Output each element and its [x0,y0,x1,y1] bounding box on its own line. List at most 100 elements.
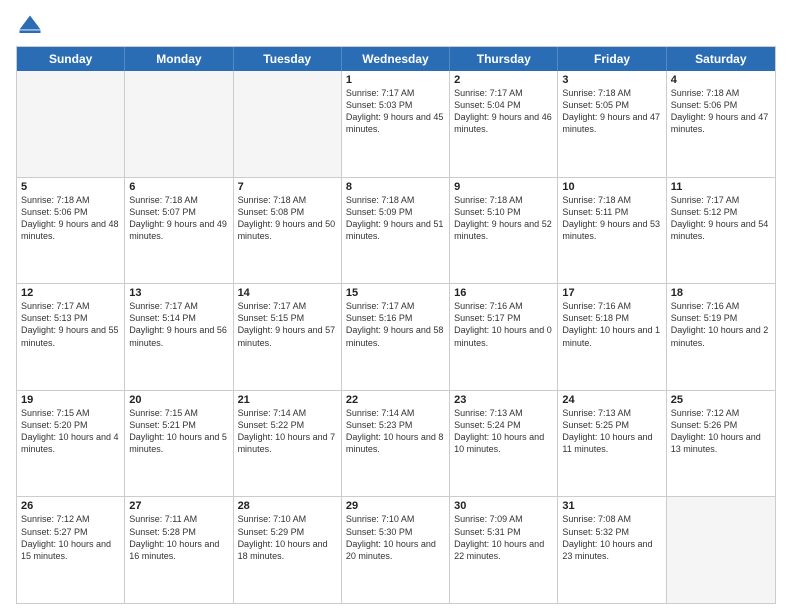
day-number: 22 [346,394,445,406]
day-number: 8 [346,181,445,193]
day-cell-22: 22Sunrise: 7:14 AM Sunset: 5:23 PM Dayli… [342,391,450,497]
day-number: 18 [671,287,771,299]
day-info: Sunrise: 7:13 AM Sunset: 5:25 PM Dayligh… [562,407,661,456]
day-header-saturday: Saturday [667,47,775,71]
week-row-1: 1Sunrise: 7:17 AM Sunset: 5:03 PM Daylig… [17,71,775,178]
day-number: 30 [454,500,553,512]
day-info: Sunrise: 7:15 AM Sunset: 5:21 PM Dayligh… [129,407,228,456]
day-cell-12: 12Sunrise: 7:17 AM Sunset: 5:13 PM Dayli… [17,284,125,390]
day-cell-27: 27Sunrise: 7:11 AM Sunset: 5:28 PM Dayli… [125,497,233,603]
logo-icon [16,12,44,40]
day-info: Sunrise: 7:18 AM Sunset: 5:05 PM Dayligh… [562,87,661,136]
day-number: 27 [129,500,228,512]
day-number: 21 [238,394,337,406]
day-number: 14 [238,287,337,299]
day-cell-17: 17Sunrise: 7:16 AM Sunset: 5:18 PM Dayli… [558,284,666,390]
day-number: 4 [671,74,771,86]
day-cell-15: 15Sunrise: 7:17 AM Sunset: 5:16 PM Dayli… [342,284,450,390]
day-number: 5 [21,181,120,193]
day-cell-25: 25Sunrise: 7:12 AM Sunset: 5:26 PM Dayli… [667,391,775,497]
logo [16,12,48,40]
empty-cell [17,71,125,177]
day-info: Sunrise: 7:17 AM Sunset: 5:04 PM Dayligh… [454,87,553,136]
day-number: 7 [238,181,337,193]
day-info: Sunrise: 7:13 AM Sunset: 5:24 PM Dayligh… [454,407,553,456]
day-cell-3: 3Sunrise: 7:18 AM Sunset: 5:05 PM Daylig… [558,71,666,177]
day-info: Sunrise: 7:17 AM Sunset: 5:03 PM Dayligh… [346,87,445,136]
empty-cell [667,497,775,603]
day-info: Sunrise: 7:16 AM Sunset: 5:19 PM Dayligh… [671,300,771,349]
day-number: 10 [562,181,661,193]
page: SundayMondayTuesdayWednesdayThursdayFrid… [0,0,792,612]
day-info: Sunrise: 7:14 AM Sunset: 5:22 PM Dayligh… [238,407,337,456]
day-number: 12 [21,287,120,299]
calendar: SundayMondayTuesdayWednesdayThursdayFrid… [16,46,776,604]
day-number: 19 [21,394,120,406]
calendar-header: SundayMondayTuesdayWednesdayThursdayFrid… [17,47,775,71]
day-info: Sunrise: 7:17 AM Sunset: 5:13 PM Dayligh… [21,300,120,349]
day-header-thursday: Thursday [450,47,558,71]
day-cell-28: 28Sunrise: 7:10 AM Sunset: 5:29 PM Dayli… [234,497,342,603]
day-info: Sunrise: 7:15 AM Sunset: 5:20 PM Dayligh… [21,407,120,456]
day-cell-31: 31Sunrise: 7:08 AM Sunset: 5:32 PM Dayli… [558,497,666,603]
empty-cell [125,71,233,177]
day-number: 29 [346,500,445,512]
day-number: 1 [346,74,445,86]
day-info: Sunrise: 7:16 AM Sunset: 5:17 PM Dayligh… [454,300,553,349]
week-row-5: 26Sunrise: 7:12 AM Sunset: 5:27 PM Dayli… [17,497,775,603]
day-cell-2: 2Sunrise: 7:17 AM Sunset: 5:04 PM Daylig… [450,71,558,177]
day-cell-16: 16Sunrise: 7:16 AM Sunset: 5:17 PM Dayli… [450,284,558,390]
day-number: 13 [129,287,228,299]
week-row-2: 5Sunrise: 7:18 AM Sunset: 5:06 PM Daylig… [17,178,775,285]
day-info: Sunrise: 7:17 AM Sunset: 5:15 PM Dayligh… [238,300,337,349]
day-cell-21: 21Sunrise: 7:14 AM Sunset: 5:22 PM Dayli… [234,391,342,497]
day-header-wednesday: Wednesday [342,47,450,71]
day-info: Sunrise: 7:18 AM Sunset: 5:10 PM Dayligh… [454,194,553,243]
day-info: Sunrise: 7:18 AM Sunset: 5:09 PM Dayligh… [346,194,445,243]
day-cell-6: 6Sunrise: 7:18 AM Sunset: 5:07 PM Daylig… [125,178,233,284]
day-number: 6 [129,181,228,193]
day-number: 31 [562,500,661,512]
day-header-tuesday: Tuesday [234,47,342,71]
day-cell-14: 14Sunrise: 7:17 AM Sunset: 5:15 PM Dayli… [234,284,342,390]
day-cell-1: 1Sunrise: 7:17 AM Sunset: 5:03 PM Daylig… [342,71,450,177]
day-cell-23: 23Sunrise: 7:13 AM Sunset: 5:24 PM Dayli… [450,391,558,497]
day-info: Sunrise: 7:10 AM Sunset: 5:30 PM Dayligh… [346,513,445,562]
day-number: 23 [454,394,553,406]
day-number: 2 [454,74,553,86]
day-info: Sunrise: 7:11 AM Sunset: 5:28 PM Dayligh… [129,513,228,562]
day-cell-8: 8Sunrise: 7:18 AM Sunset: 5:09 PM Daylig… [342,178,450,284]
day-info: Sunrise: 7:18 AM Sunset: 5:06 PM Dayligh… [21,194,120,243]
day-number: 20 [129,394,228,406]
day-number: 28 [238,500,337,512]
week-row-4: 19Sunrise: 7:15 AM Sunset: 5:20 PM Dayli… [17,391,775,498]
day-number: 16 [454,287,553,299]
day-cell-7: 7Sunrise: 7:18 AM Sunset: 5:08 PM Daylig… [234,178,342,284]
day-number: 9 [454,181,553,193]
day-number: 11 [671,181,771,193]
calendar-body: 1Sunrise: 7:17 AM Sunset: 5:03 PM Daylig… [17,71,775,603]
day-cell-26: 26Sunrise: 7:12 AM Sunset: 5:27 PM Dayli… [17,497,125,603]
day-info: Sunrise: 7:08 AM Sunset: 5:32 PM Dayligh… [562,513,661,562]
day-number: 25 [671,394,771,406]
day-cell-18: 18Sunrise: 7:16 AM Sunset: 5:19 PM Dayli… [667,284,775,390]
day-header-sunday: Sunday [17,47,125,71]
empty-cell [234,71,342,177]
day-info: Sunrise: 7:12 AM Sunset: 5:26 PM Dayligh… [671,407,771,456]
day-info: Sunrise: 7:17 AM Sunset: 5:16 PM Dayligh… [346,300,445,349]
day-info: Sunrise: 7:16 AM Sunset: 5:18 PM Dayligh… [562,300,661,349]
day-cell-10: 10Sunrise: 7:18 AM Sunset: 5:11 PM Dayli… [558,178,666,284]
day-number: 15 [346,287,445,299]
day-cell-30: 30Sunrise: 7:09 AM Sunset: 5:31 PM Dayli… [450,497,558,603]
header [16,12,776,40]
day-cell-19: 19Sunrise: 7:15 AM Sunset: 5:20 PM Dayli… [17,391,125,497]
day-info: Sunrise: 7:12 AM Sunset: 5:27 PM Dayligh… [21,513,120,562]
day-number: 17 [562,287,661,299]
day-info: Sunrise: 7:18 AM Sunset: 5:08 PM Dayligh… [238,194,337,243]
week-row-3: 12Sunrise: 7:17 AM Sunset: 5:13 PM Dayli… [17,284,775,391]
day-header-friday: Friday [558,47,666,71]
day-number: 3 [562,74,661,86]
day-info: Sunrise: 7:18 AM Sunset: 5:07 PM Dayligh… [129,194,228,243]
day-header-monday: Monday [125,47,233,71]
day-cell-4: 4Sunrise: 7:18 AM Sunset: 5:06 PM Daylig… [667,71,775,177]
